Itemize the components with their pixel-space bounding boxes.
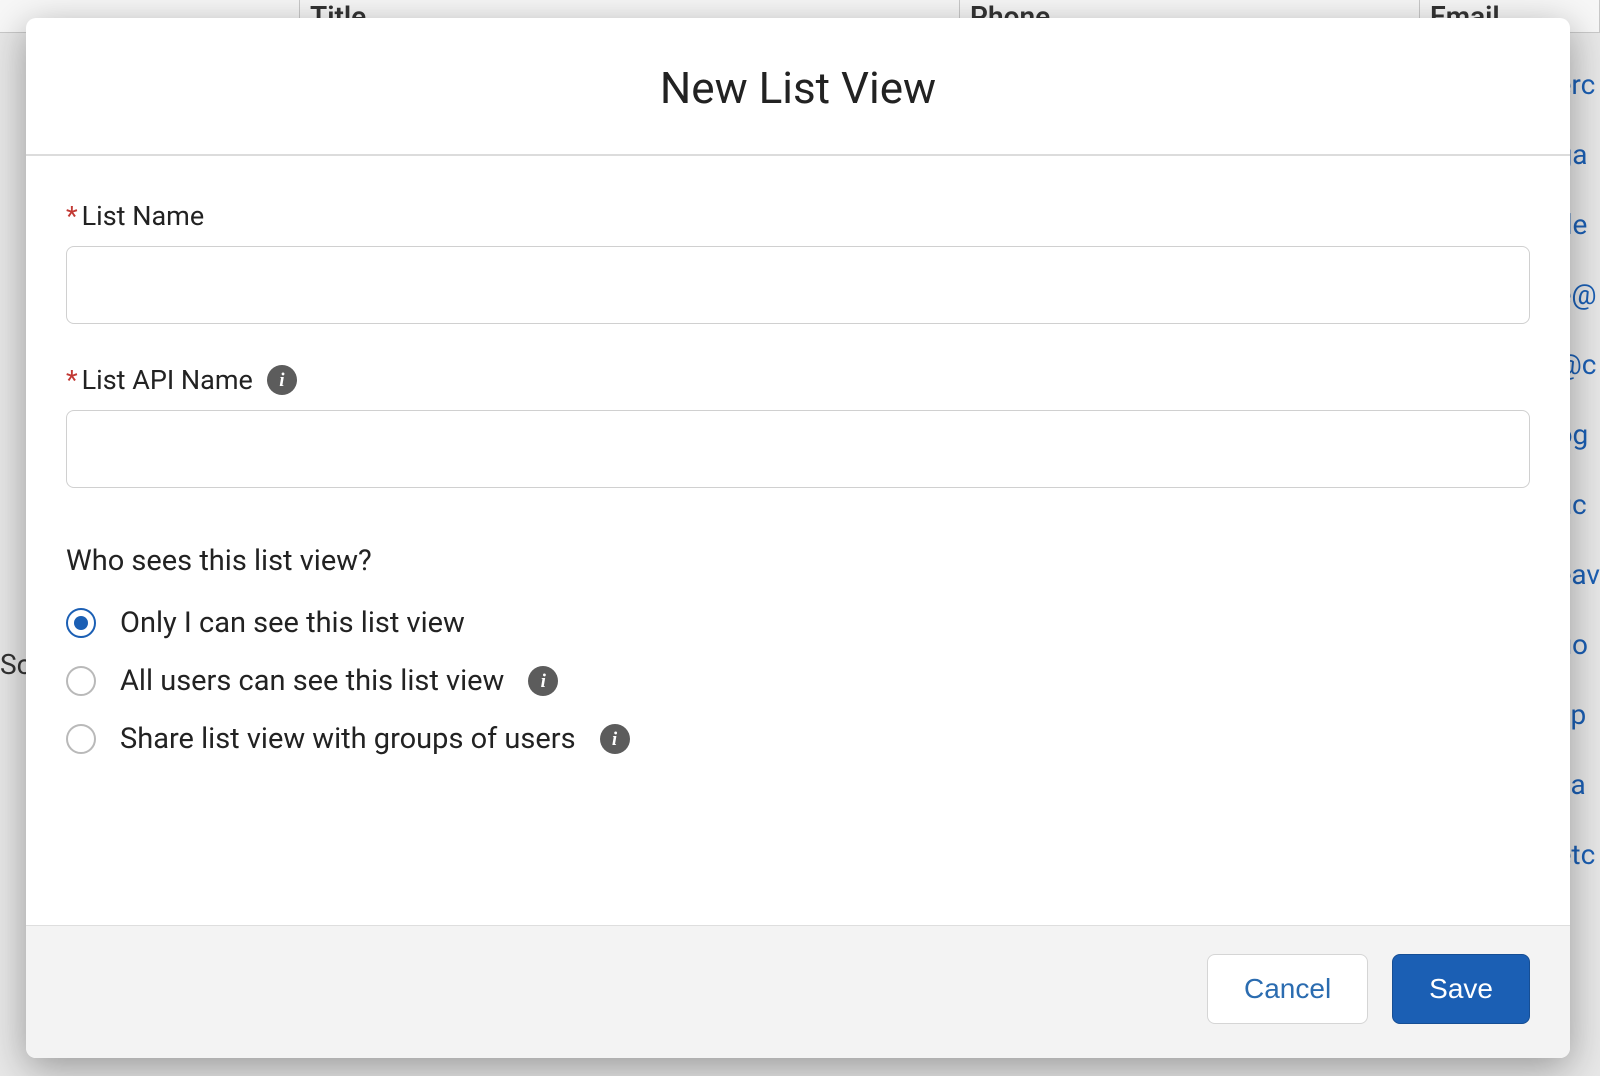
modal-header: New List View [26,18,1570,156]
radio-only-me[interactable] [66,608,96,638]
field-list-name: *List Name [66,200,1530,324]
info-icon[interactable]: i [528,666,558,696]
api-name-input[interactable] [66,410,1530,488]
cancel-button[interactable]: Cancel [1207,954,1368,1024]
radio-all-users[interactable] [66,666,96,696]
field-api-name: *List API Name i [66,364,1530,488]
modal-body: *List Name *List API Name i Who sees thi… [26,156,1570,925]
visibility-heading: Who sees this list view? [66,544,1530,578]
radio-only-me-label: Only I can see this list view [120,606,465,640]
required-indicator: * [66,200,78,232]
list-name-label: List Name [82,200,205,232]
radio-groups[interactable] [66,724,96,754]
api-name-label-row: *List API Name i [66,364,1530,396]
list-name-input[interactable] [66,246,1530,324]
required-indicator: * [66,364,78,396]
radio-all-users-label: All users can see this list view [120,664,504,698]
visibility-option-only-me[interactable]: Only I can see this list view [66,606,1530,640]
visibility-option-all-users[interactable]: All users can see this list view i [66,664,1530,698]
list-name-label-row: *List Name [66,200,1530,232]
api-name-label: List API Name [82,364,253,396]
save-button[interactable]: Save [1392,954,1530,1024]
radio-groups-label: Share list view with groups of users [120,722,576,756]
new-list-view-modal: New List View *List Name *List API Name … [26,18,1570,1058]
info-icon[interactable]: i [267,365,297,395]
info-icon[interactable]: i [600,724,630,754]
visibility-option-groups[interactable]: Share list view with groups of users i [66,722,1530,756]
modal-footer: Cancel Save [26,925,1570,1058]
modal-title: New List View [46,62,1550,114]
